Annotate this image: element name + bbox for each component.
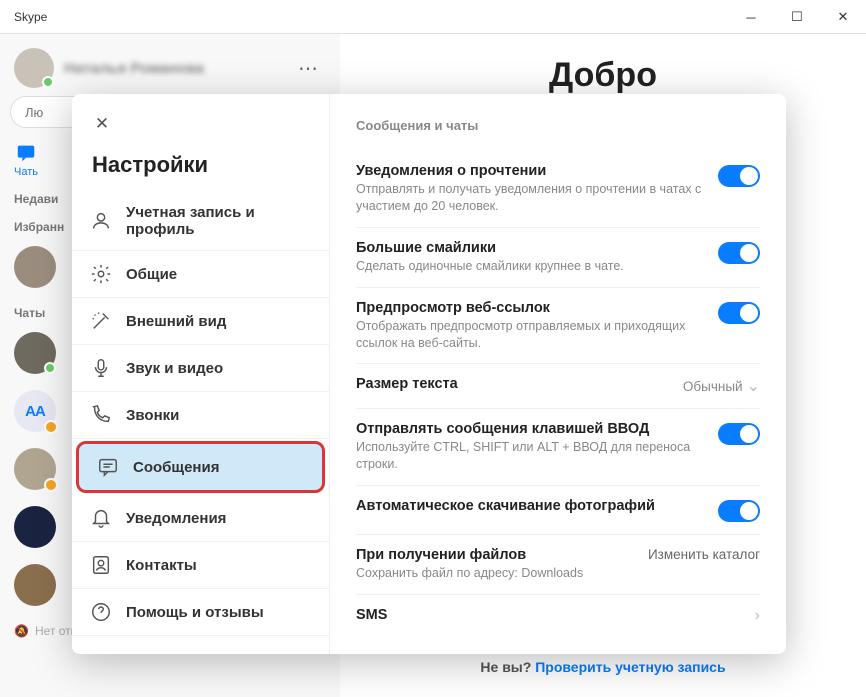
setting-link-preview: Предпросмотр веб-ссылок Отображать предп…	[356, 288, 760, 365]
message-icon	[97, 456, 119, 478]
text-size-value: Обычный	[683, 379, 743, 394]
minimize-button[interactable]: ─	[728, 0, 774, 34]
status-badge	[44, 478, 58, 492]
user-name[interactable]: Наталья Романова	[64, 60, 292, 77]
not-you-prompt: Не вы? Проверить учетную запись	[480, 659, 725, 675]
large-emoji-label: Большие смайлики	[356, 240, 702, 256]
presence-indicator	[42, 76, 54, 88]
check-account-link[interactable]: Проверить учетную запись	[535, 659, 725, 675]
nav-audio-label: Звук и видео	[126, 360, 223, 377]
help-icon	[90, 601, 112, 623]
chat-avatar	[14, 448, 56, 490]
status-badge	[44, 420, 58, 434]
phone-icon	[90, 404, 112, 426]
nav-help-label: Помощь и отзывы	[126, 604, 264, 621]
setting-sms[interactable]: SMS ›	[356, 595, 760, 637]
auto-download-label: Автоматическое скачивание фотографий	[356, 498, 702, 514]
setting-large-emoji: Большие смайлики Сделать одиночные смайл…	[356, 228, 760, 288]
auto-download-toggle[interactable]	[718, 500, 760, 522]
large-emoji-toggle[interactable]	[718, 242, 760, 264]
large-emoji-desc: Сделать одиночные смайлики крупнее в чат…	[356, 258, 702, 275]
nav-contacts-label: Контакты	[126, 557, 197, 574]
setting-auto-download: Автоматическое скачивание фотографий	[356, 486, 760, 535]
chat-avatar	[14, 332, 56, 374]
nav-notifications[interactable]: Уведомления	[72, 495, 329, 542]
tab-chats-label: Чать	[14, 166, 38, 178]
window-title: Skype	[10, 10, 47, 24]
setting-send-enter: Отправлять сообщения клавишей ВВОД Испол…	[356, 409, 760, 486]
welcome-title: Добро	[549, 56, 657, 95]
change-folder-button[interactable]: Изменить каталог	[648, 547, 760, 562]
chat-avatar: AA	[14, 390, 56, 432]
nav-contacts[interactable]: Контакты	[72, 542, 329, 589]
close-button[interactable]: ✕	[820, 0, 866, 34]
send-enter-label: Отправлять сообщения клавишей ВВОД	[356, 421, 702, 437]
link-preview-toggle[interactable]	[718, 302, 760, 324]
tab-chats[interactable]: Чать	[14, 142, 38, 178]
chat-icon	[15, 142, 37, 164]
more-menu-button[interactable]: ⋯	[292, 56, 326, 81]
settings-panel: Сообщения и чаты Уведомления о прочтении…	[330, 94, 786, 654]
chevron-down-icon: ⌄	[747, 376, 760, 396]
bell-off-icon: 🔕	[14, 624, 29, 638]
nav-calls[interactable]: Звонки	[72, 392, 329, 439]
account-icon	[90, 210, 112, 232]
maximize-button[interactable]: ☐	[774, 0, 820, 34]
nav-messages-label: Сообщения	[133, 459, 219, 476]
setting-file-receive: При получении файлов Сохранить файл по а…	[356, 535, 760, 595]
window-titlebar: Skype ─ ☐ ✕	[0, 0, 866, 34]
send-enter-toggle[interactable]	[718, 423, 760, 445]
read-receipts-desc: Отправлять и получать уведомления о проч…	[356, 181, 702, 215]
nav-notifications-label: Уведомления	[126, 510, 226, 527]
file-receive-desc: Сохранить файл по адресу: Downloads	[356, 565, 632, 582]
chat-avatar	[14, 564, 56, 606]
nav-messages[interactable]: Сообщения	[76, 441, 325, 493]
bell-icon	[90, 507, 112, 529]
text-size-label: Размер текста	[356, 376, 667, 392]
presence-indicator	[44, 362, 56, 374]
chat-avatar	[14, 506, 56, 548]
send-enter-desc: Используйте CTRL, SHIFT или ALT + ВВОД д…	[356, 439, 702, 473]
wand-icon	[90, 310, 112, 332]
settings-title: Настройки	[72, 142, 329, 192]
settings-modal: ✕ Настройки Учетная запись и профиль Общ…	[72, 94, 786, 654]
nav-calls-label: Звонки	[126, 407, 179, 424]
nav-general-label: Общие	[126, 266, 177, 283]
link-preview-label: Предпросмотр веб-ссылок	[356, 300, 702, 316]
user-avatar[interactable]	[14, 48, 54, 88]
read-receipts-label: Уведомления о прочтении	[356, 163, 702, 179]
nav-audio-video[interactable]: Звук и видео	[72, 345, 329, 392]
nav-appearance[interactable]: Внешний вид	[72, 298, 329, 345]
panel-section-title: Сообщения и чаты	[356, 118, 760, 133]
nav-help[interactable]: Помощь и отзывы	[72, 589, 329, 636]
contacts-icon	[90, 554, 112, 576]
gear-icon	[90, 263, 112, 285]
close-settings-button[interactable]: ✕	[84, 106, 120, 142]
chevron-right-icon: ›	[755, 607, 760, 625]
setting-read-receipts: Уведомления о прочтении Отправлять и пол…	[356, 151, 760, 228]
sms-label: SMS	[356, 607, 739, 623]
microphone-icon	[90, 357, 112, 379]
file-receive-label: При получении файлов	[356, 547, 632, 563]
nav-account-label: Учетная запись и профиль	[126, 204, 311, 238]
nav-account[interactable]: Учетная запись и профиль	[72, 192, 329, 251]
chat-avatar	[14, 246, 56, 288]
settings-nav: ✕ Настройки Учетная запись и профиль Общ…	[72, 94, 330, 654]
read-receipts-toggle[interactable]	[718, 165, 760, 187]
nav-appearance-label: Внешний вид	[126, 313, 226, 330]
link-preview-desc: Отображать предпросмотр отправляемых и п…	[356, 318, 702, 352]
setting-text-size[interactable]: Размер текста Обычный ⌄	[356, 364, 760, 409]
nav-general[interactable]: Общие	[72, 251, 329, 298]
